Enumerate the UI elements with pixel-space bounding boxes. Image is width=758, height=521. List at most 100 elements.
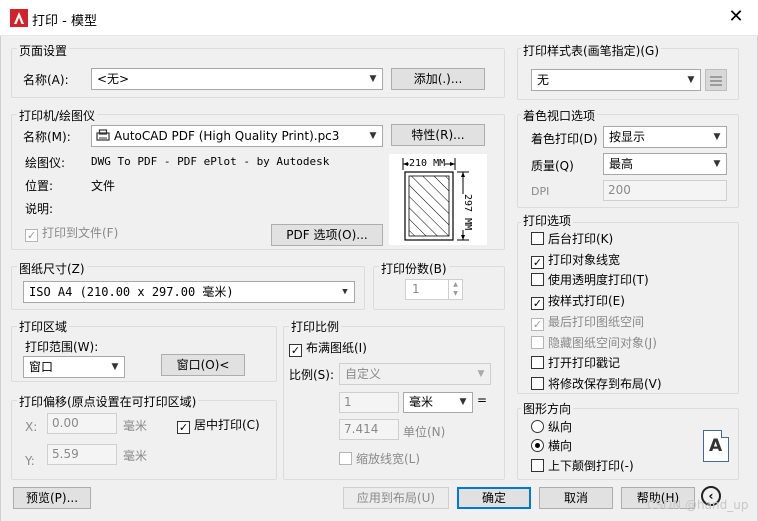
plot-range-select[interactable]: 窗口 ▼ [23, 356, 125, 378]
printer-name-label: 名称(M): [23, 130, 71, 144]
quality-label: 质量(Q) [531, 159, 574, 173]
chevron-down-icon: ▼ [713, 159, 721, 169]
checkmark-icon: ✓ [531, 297, 544, 311]
plot-area-label: 打印区域 [17, 318, 70, 335]
print-to-file-checkbox[interactable]: ✓ 打印到文件(F) [25, 226, 118, 242]
dpi-label: DPI [531, 185, 550, 198]
checkbox-empty [531, 356, 544, 370]
scale-value1-input[interactable]: 1 [339, 392, 399, 413]
plot-option-checkbox[interactable]: ✓ 最后打印图纸空间 [531, 315, 644, 331]
edit-plot-style-icon[interactable] [705, 69, 727, 91]
paper-size-value: ISO A4 (210.00 x 297.00 毫米) [29, 285, 234, 299]
fit-to-paper-checkbox[interactable]: ✓ 布满图纸(I) [289, 341, 367, 357]
description-label: 说明: [25, 202, 54, 216]
checkbox-empty [531, 335, 544, 349]
offset-x-input[interactable]: 0.00 [47, 413, 117, 434]
printer-icon [96, 129, 110, 141]
copies-label: 打印份数(B) [379, 260, 449, 277]
autocad-app-icon [10, 9, 28, 27]
apply-to-layout-button[interactable]: 应用到布局(U) [343, 487, 449, 509]
plot-option-label: 最后打印图纸空间 [548, 314, 645, 329]
scale-equals: = [477, 393, 488, 407]
scale-lineweights-checkbox[interactable]: 缩放线宽(L) [339, 452, 420, 466]
dpi-input[interactable]: 200 [603, 180, 727, 201]
plot-option-checkbox[interactable]: 后台打印(K) [531, 232, 613, 246]
page-fold-icon [721, 430, 729, 438]
orientation-label: 图形方向 [521, 400, 574, 417]
offset-x-label: X: [25, 420, 38, 434]
plot-style-select[interactable]: 无 ▼ [531, 69, 701, 91]
plot-option-label: 后台打印(K) [548, 232, 614, 246]
scale-value: 自定义 [345, 367, 382, 381]
preview-height-label: 297 MM [462, 194, 473, 231]
window-pick-button[interactable]: 窗口(O)< [161, 354, 245, 376]
plot-offset-label: 打印偏移(原点设置在可打印区域) [17, 393, 199, 410]
landscape-radio[interactable]: 横向 [531, 439, 572, 453]
shaded-viewport-label: 着色视口选项 [521, 107, 598, 124]
offset-x-unit: 毫米 [123, 419, 148, 433]
watermark-text: CSDN @hand_up [647, 498, 749, 512]
copies-spinner[interactable]: 1 ▲ ▼ [405, 279, 463, 300]
paper-size-select[interactable]: ISO A4 (210.00 x 297.00 毫米) ▼ [23, 281, 355, 303]
chevron-down-icon: ▼ [459, 397, 467, 407]
quality-select[interactable]: 最高 ▼ [603, 153, 727, 175]
plot-options-label: 打印选项 [521, 212, 574, 229]
upside-down-checkbox[interactable]: 上下颠倒打印(-) [531, 459, 634, 473]
checkbox-empty [339, 452, 352, 465]
paper-size-label: 图纸尺寸(Z) [17, 260, 87, 277]
page-setup-select[interactable]: <无> ▼ [91, 68, 383, 90]
ok-button[interactable]: 确定 [457, 487, 531, 509]
portrait-label: 纵向 [548, 420, 573, 434]
checkbox-empty [531, 232, 544, 245]
orientation-letter: A [709, 436, 723, 456]
close-icon[interactable]: ✕ [726, 6, 746, 28]
chevron-down-icon: ▼ [369, 74, 377, 84]
preview-width-label: 210 MM [409, 158, 446, 169]
scale-select[interactable]: 自定义 ▼ [339, 363, 491, 385]
center-plot-checkbox[interactable]: ✓ 居中打印(C) [177, 418, 260, 434]
spinner-arrows-icon[interactable]: ▲ ▼ [448, 280, 462, 299]
offset-y-input[interactable]: 5.59 [47, 444, 117, 465]
chevron-down-icon: ▼ [687, 75, 695, 85]
scale-unit-value: 毫米 [409, 395, 434, 409]
scale-value2-input[interactable]: 7.414 [339, 419, 399, 440]
plot-option-checkbox[interactable]: 打开打印戳记 [531, 356, 620, 370]
plot-option-label: 打印对象线宽 [548, 252, 621, 267]
center-plot-label: 居中打印(C) [194, 418, 260, 432]
shade-plot-select[interactable]: 按显示 ▼ [603, 126, 727, 148]
printer-select[interactable]: AutoCAD PDF (High Quality Print).pc3 ▼ [91, 125, 383, 147]
plot-scale-label: 打印比例 [289, 318, 342, 335]
checkbox-empty [531, 273, 544, 287]
pdf-options-button[interactable]: PDF 选项(O)... [271, 224, 383, 246]
preview-button[interactable]: 预览(P)... [13, 487, 91, 509]
plot-option-checkbox[interactable]: 将修改保存到布局(V) [531, 376, 662, 391]
checkmark-icon: ✓ [531, 255, 544, 269]
plot-option-checkbox[interactable]: 隐藏图纸空间对象(J) [531, 335, 657, 350]
plot-option-checkbox[interactable]: ✓ 打印对象线宽 [531, 253, 620, 269]
plot-option-label: 将修改保存到布局(V) [548, 376, 662, 391]
checkmark-icon: ✓ [177, 421, 190, 434]
cancel-button[interactable]: 取消 [539, 487, 613, 509]
plot-option-checkbox[interactable]: ✓ 按样式打印(E) [531, 294, 625, 311]
plot-option-label: 使用透明度打印(T) [548, 273, 649, 288]
paper-preview: 210 MM 297 MM [389, 154, 487, 245]
radio-dot-icon [531, 439, 544, 452]
plot-option-label: 隐藏图纸空间对象(J) [548, 335, 657, 350]
page-setup-label: 页面设置 [17, 42, 70, 59]
scale-unit-select[interactable]: 毫米 ▼ [403, 392, 473, 413]
checkmark-icon: ✓ [289, 344, 302, 357]
pen-table-icon [710, 76, 722, 86]
printer-properties-button[interactable]: 特性(R)... [391, 124, 485, 146]
checkbox-empty [531, 376, 544, 390]
page-setup-select-value: <无> [97, 72, 130, 86]
window-title: 打印 - 模型 [32, 14, 97, 29]
add-page-setup-button[interactable]: 添加(.)... [391, 68, 485, 90]
location-label: 位置: [25, 179, 54, 193]
portrait-radio[interactable]: 纵向 [531, 420, 572, 434]
plot-option-checkbox[interactable]: 使用透明度打印(T) [531, 273, 649, 287]
plot-style-value: 无 [537, 73, 550, 87]
printer-select-value: AutoCAD PDF (High Quality Print).pc3 [114, 129, 340, 143]
plot-range-label: 打印范围(W): [25, 340, 99, 354]
plot-range-value: 窗口 [29, 360, 54, 374]
plotter-label: 绘图仪: [25, 156, 66, 170]
